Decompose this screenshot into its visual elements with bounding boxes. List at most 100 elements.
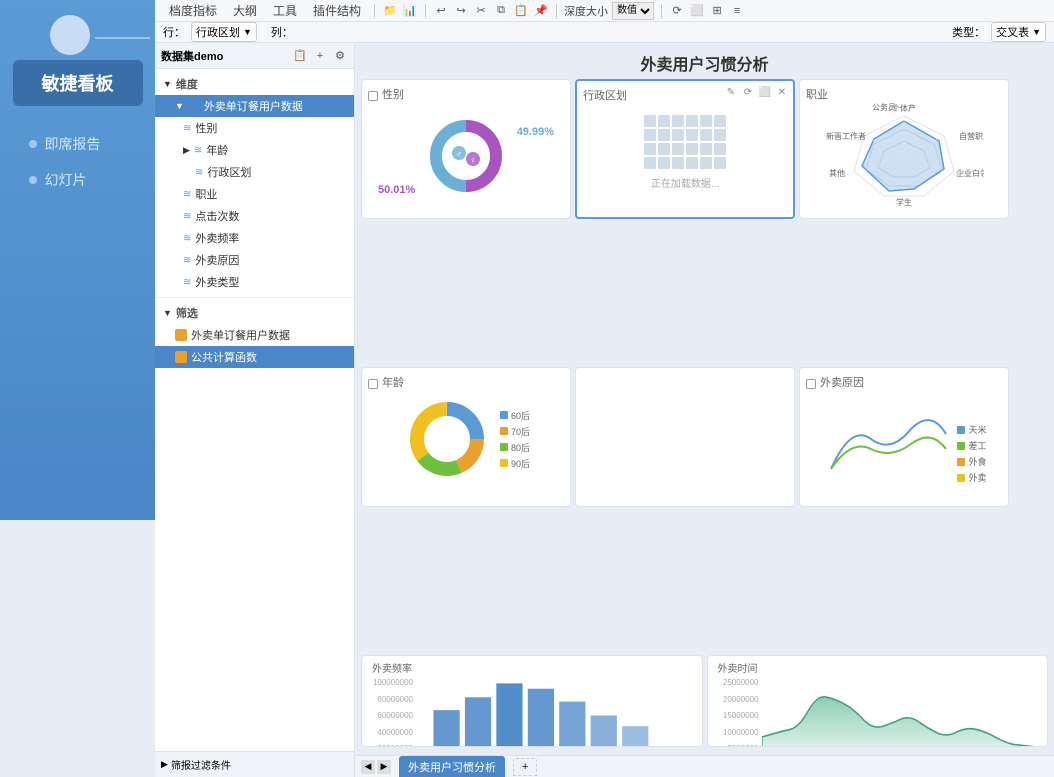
legend-80hou: 80后 [500, 441, 530, 454]
tree-node-waimai-data[interactable]: ▼ 外卖单订餐用户数据 [155, 95, 354, 117]
lc8 [658, 129, 670, 141]
tree-node-reason[interactable]: ≋ 外卖原因 [155, 249, 354, 271]
tree-node-region[interactable]: ≋ 行政区划 [155, 161, 354, 183]
region-close-icon[interactable]: ✕ [775, 85, 789, 99]
undo-icon[interactable]: ↩ [433, 3, 449, 19]
grid-icon[interactable]: ⊞ [709, 3, 725, 19]
field-icon-region: ≋ [195, 167, 203, 178]
filter-section-label: 筛选 [176, 305, 198, 321]
lc9 [672, 129, 684, 141]
menu-dagang[interactable]: 大纲 [227, 0, 263, 21]
region-expand-icon[interactable]: ⬜ [758, 85, 772, 99]
tree-settings-icon[interactable]: ⚙ [332, 48, 348, 64]
expand-icon-filter: ▼ [163, 308, 172, 318]
tree-node-clicks[interactable]: ≋ 点击次数 [155, 205, 354, 227]
canvas-scroll[interactable]: 外卖用户习惯分析 性别 [355, 43, 1054, 755]
redo-icon[interactable]: ↪ [453, 3, 469, 19]
paste-icon[interactable]: 📋 [513, 3, 529, 19]
refresh-icon[interactable]: ⟳ [669, 3, 685, 19]
sidebar-item-slides[interactable]: 幻灯片 [13, 162, 143, 198]
tree-node-age[interactable]: ▶ ≋ 年龄 [155, 139, 354, 161]
fullscreen-icon[interactable]: ⬜ [689, 3, 705, 19]
lc19 [644, 157, 656, 169]
dashboard-title: 外卖用户习惯分析 [355, 43, 1054, 79]
freq-y1: 20000000 [377, 744, 413, 747]
gender-label: 性别 [195, 120, 217, 136]
logo-divider [95, 37, 150, 39]
legend-dot-tm [957, 426, 965, 434]
reason-checkbox[interactable] [806, 379, 816, 389]
lc18 [714, 143, 726, 155]
filter-expand-arrow[interactable]: ▶ [161, 759, 168, 770]
tree-node-dimension[interactable]: ▼ 维度 [155, 73, 354, 95]
tree-node-frequency[interactable]: ≋ 外卖频率 [155, 227, 354, 249]
time-chart-card: 外卖时间 25000000 20000000 15000000 10000000… [707, 655, 1049, 747]
slides-label: 幻灯片 [45, 170, 87, 190]
menu-icon[interactable]: ≡ [729, 3, 745, 19]
tree-title: 数据集demo [161, 48, 288, 64]
left-sidebar: 敏捷看板 即席报告 幻灯片 [0, 0, 155, 520]
tree-copy-icon[interactable]: 📋 [292, 48, 308, 64]
sidebar-main-item[interactable]: 敏捷看板 [13, 60, 143, 106]
radar-vis: 个体产 自营职业 企业白领 学生 其他 新晋工作者 公务员 [806, 106, 1002, 206]
public-calc-label: 公共计算函数 [191, 349, 257, 365]
tab-add-btn[interactable]: + [513, 758, 537, 776]
lc24 [714, 157, 726, 169]
time-y5: 25000000 [723, 678, 759, 687]
region-refresh-icon[interactable]: ⟳ [741, 85, 755, 99]
tree-panel: 数据集demo 📋 + ⚙ ▼ 维度 ▼ 外卖单订餐用户数据 [155, 43, 355, 777]
tree-add-icon[interactable]: + [312, 48, 328, 64]
age-chart-title: 年龄 [382, 374, 404, 390]
legend-60-label: 60后 [511, 409, 530, 422]
tree-node-public-calc[interactable]: 公共计算函数 [155, 346, 354, 368]
menu-duliang[interactable]: 档度指标 [163, 0, 223, 21]
menu-tools[interactable]: 工具 [267, 0, 303, 21]
tab-waimai-analysis[interactable]: 外卖用户习惯分析 [399, 756, 505, 777]
freq-svg: 从不 每周1-3次 每周4-10次 [416, 678, 696, 747]
empty-chart-card [575, 367, 795, 507]
tree-node-gender[interactable]: ≋ 性别 [155, 117, 354, 139]
lc6 [714, 115, 726, 127]
radar-svg: 个体产 自营职业 企业白领 学生 其他 新晋工作者 公务员 [824, 101, 984, 211]
frequency-chart-card: 外卖频率 100000000 80000000 60000000 4000000… [361, 655, 703, 747]
time-y3: 15000000 [723, 711, 759, 720]
legend-80-label: 80后 [511, 441, 530, 454]
folder-icon-orange2 [175, 351, 187, 363]
row-filter-value: 行政区划 [196, 24, 240, 40]
font-select[interactable]: 数值 [612, 2, 654, 20]
row-filter-dropdown[interactable]: 行政区划 ▼ [191, 22, 257, 42]
filter-toolbar: 行： 行政区划 ▼ 列： 类型： 交叉表 ▼ [155, 22, 1054, 43]
nav-right-btn[interactable]: ▶ [377, 760, 391, 774]
menu-plugins[interactable]: 插件结构 [307, 0, 367, 21]
type-value: 交叉表 [996, 24, 1029, 40]
field-icon-gender: ≋ [183, 123, 191, 134]
reason-legend-tianmi: 天米 [957, 423, 986, 436]
toolbar-sep1 [374, 4, 375, 18]
tree-node-profession[interactable]: ≋ 职业 [155, 183, 354, 205]
copy-icon[interactable]: ⧉ [493, 3, 509, 19]
sidebar-item-instant-report[interactable]: 即席报告 [13, 126, 143, 162]
gender-checkbox[interactable] [368, 91, 378, 101]
cut-icon[interactable]: ✂ [473, 3, 489, 19]
gender-chart-title: 性别 [382, 86, 404, 102]
region-header: 行政区划 ✎ ⟳ ⬜ ✕ [583, 87, 787, 107]
time-header: 外卖时间 [714, 660, 1042, 675]
nav-left-btn[interactable]: ◀ [361, 760, 375, 774]
lc16 [686, 143, 698, 155]
time-vis: 25000000 20000000 15000000 10000000 5000… [714, 678, 1042, 747]
chart-icon[interactable]: 📊 [402, 3, 418, 19]
loading-text: 正在加载数据... [651, 175, 719, 190]
tree-node-type[interactable]: ≋ 外卖类型 [155, 271, 354, 293]
lc15 [672, 143, 684, 155]
canvas-area: 外卖用户习惯分析 性别 [355, 43, 1054, 777]
lc4 [686, 115, 698, 127]
tree-node-filter[interactable]: ▼ 筛选 [155, 302, 354, 324]
age-checkbox[interactable] [368, 379, 378, 389]
reason-svg [821, 404, 951, 484]
legend-70-label: 70后 [511, 425, 530, 438]
region-pencil-icon[interactable]: ✎ [724, 85, 738, 99]
folder-icon[interactable]: 📁 [382, 3, 398, 19]
tree-node-waimai-filter[interactable]: 外卖单订餐用户数据 [155, 324, 354, 346]
pin-icon[interactable]: 📌 [533, 3, 549, 19]
type-dropdown[interactable]: 交叉表 ▼ [991, 22, 1046, 42]
